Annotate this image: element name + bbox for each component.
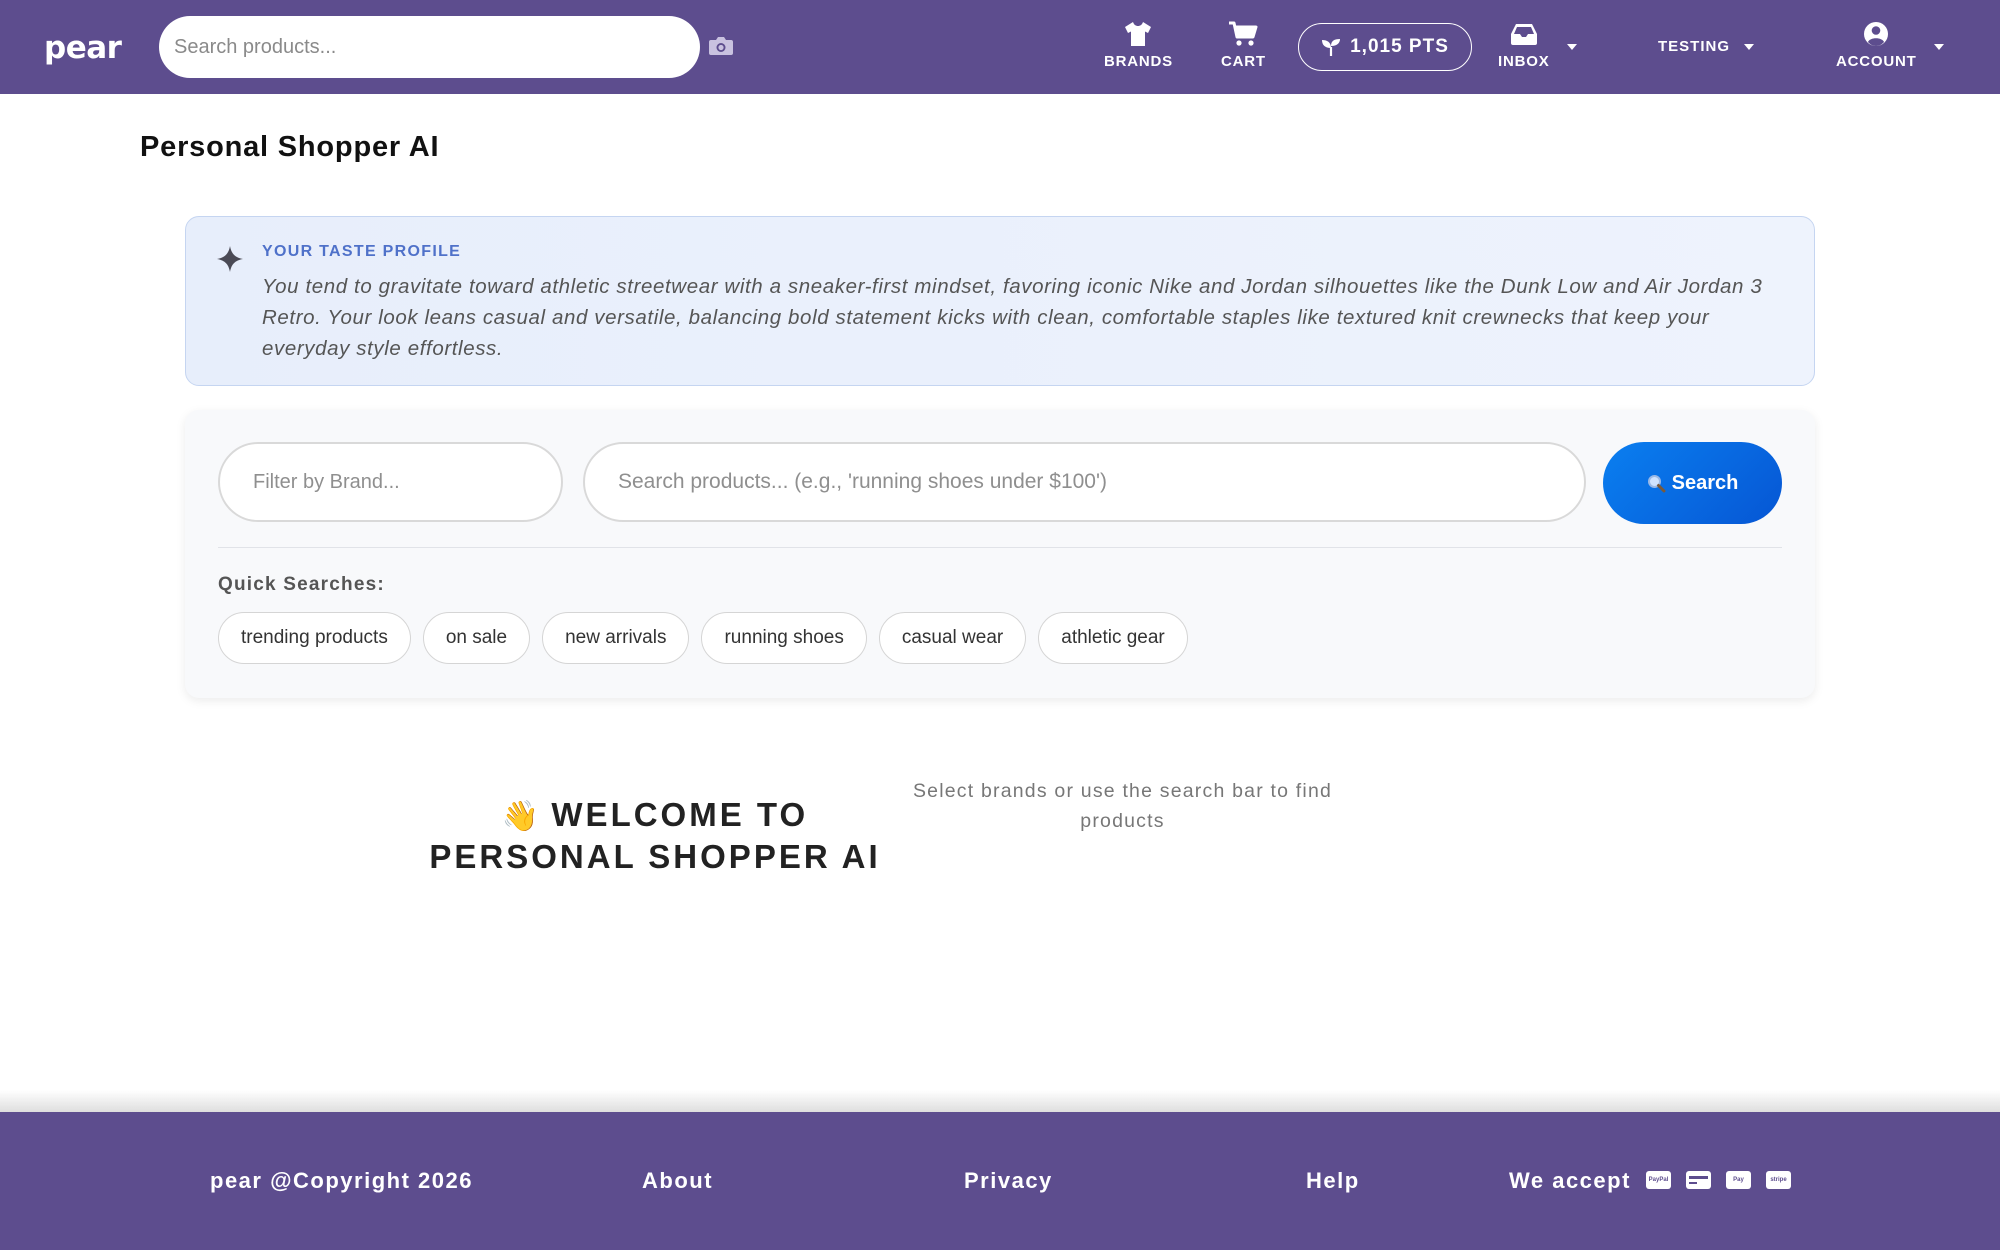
page-title: Personal Shopper AI bbox=[140, 131, 440, 163]
brands-label: BRANDS bbox=[1104, 53, 1173, 70]
quick-search-chip[interactable]: trending products bbox=[218, 612, 411, 664]
footer-help-link[interactable]: Help bbox=[1306, 1168, 1360, 1194]
testing-caret-icon[interactable] bbox=[1744, 44, 1754, 50]
search-button-label: Search bbox=[1671, 471, 1739, 494]
quick-search-chip[interactable]: on sale bbox=[422, 612, 531, 664]
top-navbar: pear BRANDS CART 1,015 PTS bbox=[0, 0, 2000, 94]
footer-shadow bbox=[0, 1090, 2000, 1112]
taste-profile-label: YOUR TASTE PROFILE bbox=[262, 243, 462, 260]
paypal-icon: PayPal bbox=[1646, 1171, 1671, 1189]
quick-search-chip[interactable]: athletic gear bbox=[1038, 612, 1188, 664]
quick-search-chip[interactable]: running shoes bbox=[701, 612, 867, 664]
account-caret-icon[interactable] bbox=[1934, 44, 1944, 50]
welcome-title: WELCOME TO PERSONAL SHOPPER AI bbox=[429, 796, 881, 875]
inbox-icon bbox=[1510, 24, 1537, 45]
credit-card-icon bbox=[1686, 1171, 1711, 1189]
footer-we-accept: We accept bbox=[1509, 1168, 1631, 1193]
account-circle-icon bbox=[1864, 22, 1889, 46]
panel-divider bbox=[218, 547, 1782, 548]
apple-pay-icon: Pay bbox=[1726, 1171, 1751, 1189]
testing-menu[interactable]: TESTING bbox=[1658, 38, 1730, 55]
points-badge[interactable]: 1,015 PTS bbox=[1298, 23, 1472, 71]
shirt-icon bbox=[1125, 22, 1152, 46]
sparkle-icon bbox=[217, 246, 243, 272]
nav-inbox[interactable]: INBOX bbox=[1498, 20, 1550, 70]
search-panel: Search Quick Searches: trending products… bbox=[185, 410, 1815, 698]
top-search-input[interactable] bbox=[159, 16, 700, 78]
brand-filter-input[interactable] bbox=[218, 442, 563, 522]
logo[interactable]: pear bbox=[44, 30, 122, 66]
camera-icon[interactable] bbox=[708, 35, 734, 57]
cart-icon bbox=[1229, 21, 1258, 46]
quick-searches-label: Quick Searches: bbox=[218, 574, 385, 595]
taste-profile-card: YOUR TASTE PROFILE You tend to gravitate… bbox=[185, 216, 1815, 386]
nav-brands[interactable]: BRANDS bbox=[1104, 20, 1173, 70]
waving-hand-icon: 👋 bbox=[501, 800, 540, 833]
footer: pear @Copyright 2026 About Privacy Help … bbox=[0, 1112, 2000, 1250]
inbox-label: INBOX bbox=[1498, 53, 1550, 70]
magnifier-icon bbox=[1647, 474, 1666, 492]
product-search-input[interactable] bbox=[583, 442, 1586, 522]
footer-about-link[interactable]: About bbox=[642, 1168, 713, 1194]
stripe-icon: stripe bbox=[1766, 1171, 1791, 1189]
nav-account[interactable]: ACCOUNT bbox=[1836, 20, 1917, 70]
payment-icons: PayPal Pay stripe bbox=[1646, 1171, 1806, 1189]
cart-label: CART bbox=[1221, 53, 1266, 70]
quick-search-chip[interactable]: new arrivals bbox=[542, 612, 690, 664]
search-button[interactable]: Search bbox=[1603, 442, 1782, 524]
card-glyph-icon bbox=[1689, 1176, 1708, 1184]
taste-profile-text: You tend to gravitate toward athletic st… bbox=[262, 275, 1763, 360]
points-label: 1,015 PTS bbox=[1350, 36, 1449, 57]
inbox-caret-icon[interactable] bbox=[1567, 44, 1577, 50]
nav-cart[interactable]: CART bbox=[1221, 20, 1266, 70]
welcome-heading: 👋 WELCOME TO PERSONAL SHOPPER AI bbox=[400, 795, 910, 877]
welcome-subtitle: Select brands or use the search bar to f… bbox=[912, 780, 1333, 832]
quick-search-chip[interactable]: casual wear bbox=[878, 612, 1027, 664]
footer-copyright: pear @Copyright 2026 bbox=[210, 1168, 473, 1193]
account-label: ACCOUNT bbox=[1836, 53, 1917, 70]
footer-privacy-link[interactable]: Privacy bbox=[964, 1168, 1053, 1194]
sprout-icon bbox=[1322, 39, 1341, 56]
quick-search-chips: trending products on sale new arrivals r… bbox=[218, 612, 1200, 664]
